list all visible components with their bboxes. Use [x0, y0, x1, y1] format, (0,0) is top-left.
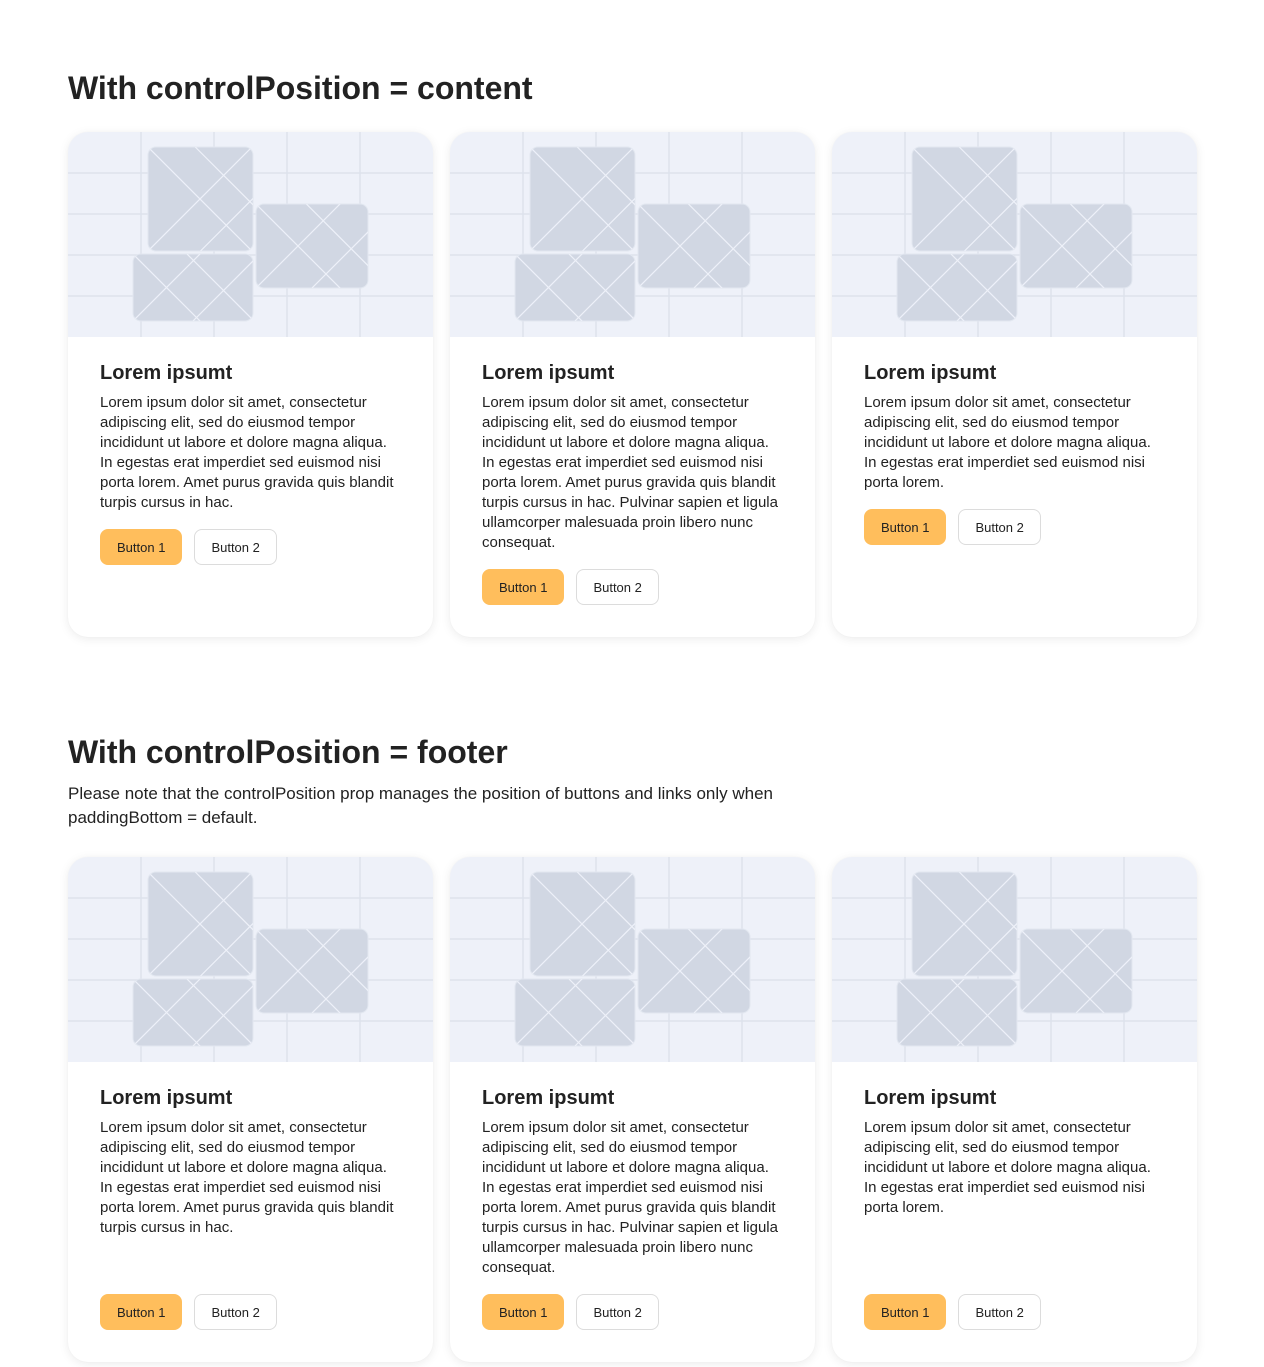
secondary-button[interactable]: Button 2: [194, 529, 277, 565]
card[interactable]: Lorem ipsumt Lorem ipsum dolor sit amet,…: [450, 857, 815, 1362]
card[interactable]: Lorem ipsumt Lorem ipsum dolor sit amet,…: [450, 132, 815, 637]
card-text: Lorem ipsum dolor sit amet, consectetur …: [100, 1119, 394, 1236]
card-controls: Button 1 Button 2: [482, 569, 783, 605]
section-title: With controlPosition = footer: [68, 734, 508, 770]
card-body: Lorem ipsumt Lorem ipsum dolor sit amet,…: [68, 1062, 433, 1362]
card-body: Lorem ipsumt Lorem ipsum dolor sit amet,…: [450, 1062, 815, 1362]
card[interactable]: Lorem ipsumt Lorem ipsum dolor sit amet,…: [68, 857, 433, 1362]
image-placeholder-icon: [68, 132, 433, 337]
image-placeholder-graphic: [450, 857, 815, 1062]
secondary-button[interactable]: Button 2: [194, 1294, 277, 1330]
card-title: Lorem ipsumt: [100, 1087, 233, 1109]
image-placeholder-icon: [450, 857, 815, 1062]
card[interactable]: Lorem ipsumt Lorem ipsum dolor sit amet,…: [68, 132, 433, 637]
primary-button[interactable]: Button 1: [100, 1294, 183, 1330]
secondary-button[interactable]: Button 2: [958, 1294, 1041, 1330]
primary-button[interactable]: Button 1: [864, 509, 947, 545]
secondary-button[interactable]: Button 2: [958, 509, 1041, 545]
image-placeholder-icon: [832, 857, 1197, 1062]
card-title: Lorem ipsumt: [864, 1087, 997, 1109]
card-title: Lorem ipsumt: [864, 362, 997, 384]
image-placeholder-graphic: [832, 857, 1197, 1062]
card-controls: Button 1 Button 2: [100, 1294, 401, 1330]
secondary-button[interactable]: Button 2: [576, 1294, 659, 1330]
card-controls: Button 1 Button 2: [864, 1294, 1165, 1330]
card-text: Lorem ipsum dolor sit amet, consectetur …: [864, 394, 1151, 491]
card-body: Lorem ipsumt Lorem ipsum dolor sit amet,…: [450, 337, 815, 637]
image-placeholder-icon: [832, 132, 1197, 337]
card-list: Lorem ipsumt Lorem ipsum dolor sit amet,…: [68, 857, 1197, 1362]
image-placeholder-graphic: [68, 857, 433, 1062]
section-title: With controlPosition = content: [68, 70, 533, 106]
card-title: Lorem ipsumt: [482, 1087, 615, 1109]
card-body: Lorem ipsumt Lorem ipsum dolor sit amet,…: [832, 337, 1197, 637]
card[interactable]: Lorem ipsumt Lorem ipsum dolor sit amet,…: [832, 857, 1197, 1362]
primary-button[interactable]: Button 1: [482, 569, 565, 605]
card-text: Lorem ipsum dolor sit amet, consectetur …: [482, 394, 778, 551]
section-control-footer: With controlPosition = footer Please not…: [68, 732, 1197, 1362]
primary-button[interactable]: Button 1: [482, 1294, 565, 1330]
card-text: Lorem ipsum dolor sit amet, consectetur …: [482, 1119, 778, 1276]
image-placeholder-graphic: [832, 132, 1197, 337]
card-text: Lorem ipsum dolor sit amet, consectetur …: [864, 1119, 1151, 1216]
card-body: Lorem ipsumt Lorem ipsum dolor sit amet,…: [832, 1062, 1197, 1362]
secondary-button[interactable]: Button 2: [576, 569, 659, 605]
card-title: Lorem ipsumt: [482, 362, 615, 384]
image-placeholder-icon: [450, 132, 815, 337]
image-placeholder-graphic: [68, 132, 433, 337]
section-control-content: With controlPosition = content Lorem ips…: [68, 68, 1197, 637]
primary-button[interactable]: Button 1: [100, 529, 183, 565]
card-controls: Button 1 Button 2: [864, 509, 1165, 545]
card-list: Lorem ipsumt Lorem ipsum dolor sit amet,…: [68, 132, 1197, 637]
image-placeholder-icon: [68, 857, 433, 1062]
card[interactable]: Lorem ipsumt Lorem ipsum dolor sit amet,…: [832, 132, 1197, 637]
section-note: Please note that the controlPosition pro…: [68, 784, 774, 827]
card-title: Lorem ipsumt: [100, 362, 233, 384]
card-controls: Button 1 Button 2: [100, 529, 401, 565]
card-body: Lorem ipsumt Lorem ipsum dolor sit amet,…: [68, 337, 433, 637]
card-controls: Button 1 Button 2: [482, 1294, 783, 1330]
image-placeholder-graphic: [450, 132, 815, 337]
card-text: Lorem ipsum dolor sit amet, consectetur …: [100, 394, 394, 511]
primary-button[interactable]: Button 1: [864, 1294, 947, 1330]
